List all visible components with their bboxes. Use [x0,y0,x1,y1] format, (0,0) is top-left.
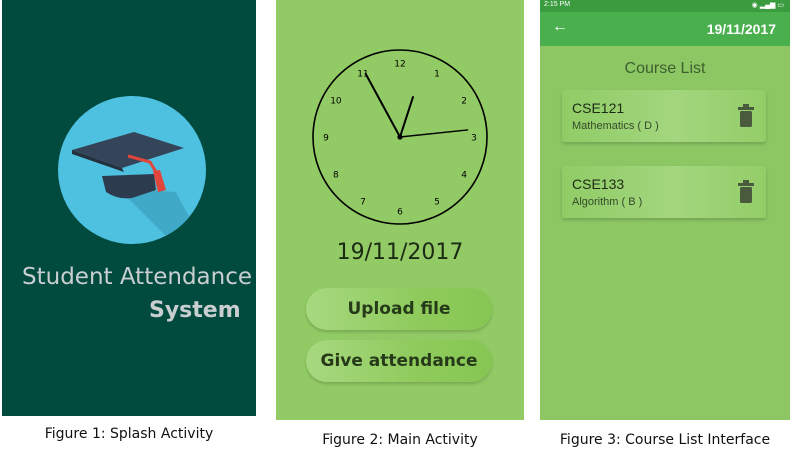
splash-screen: Student Attendance System [2,0,256,416]
clock-number: 2 [461,97,467,107]
graduation-cap-icon [72,132,206,244]
course-card[interactable]: CSE121 Mathematics ( D ) [562,90,766,142]
course-name: Mathematics ( D ) [572,120,659,132]
clock-hour-hand [364,72,401,138]
course-list-screen: 2:15 PM ◉ ▂▄▆ ▭ ← 19/11/2017 Course List… [540,0,790,420]
appbar-date: 19/11/2017 [706,21,776,37]
app-title-line2: System [149,298,241,323]
app-bar: ← 19/11/2017 [540,12,790,46]
clock-minute-hand [399,96,414,138]
clock-number: 10 [330,97,342,107]
course-list-heading: Course List [624,60,706,77]
give-attendance-button[interactable]: Give attendance [306,340,492,382]
course-card[interactable]: CSE133 Algorithm ( B ) [562,166,766,218]
back-arrow-icon[interactable]: ← [552,18,568,36]
status-time: 2:15 PM [544,1,571,8]
course-code: CSE121 [572,100,625,116]
upload-file-button[interactable]: Upload file [306,288,492,330]
clock-number: 8 [333,171,339,181]
delete-icon[interactable] [736,180,756,204]
main-activity-screen: 12 1 2 3 4 5 6 7 8 9 10 11 19/11/2017 Upload file G… [276,0,524,420]
clock-number: 1 [434,69,440,79]
figure1-caption: Figure 1: Splash Activity [44,426,214,442]
clock-number: 9 [323,134,329,144]
clock-number: 5 [434,198,440,208]
clock-number: 7 [360,198,366,208]
course-name: Algorithm ( B ) [572,196,643,208]
course-code: CSE133 [572,176,625,192]
status-bar: 2:15 PM ◉ ▂▄▆ ▭ [540,0,790,12]
clock-number: 12 [394,60,405,70]
clock-number: 3 [471,134,477,144]
delete-icon[interactable] [736,104,756,128]
app-title-line1: Student Attendance [22,264,253,290]
figure3-caption: Figure 3: Course List Interface [559,432,771,448]
clock-number: 6 [397,208,403,218]
analog-clock: 121234567891011 [312,49,488,225]
clock-center [397,134,403,140]
clock-second-hand [399,129,469,138]
app-logo [58,96,206,244]
figure2-caption: Figure 2: Main Activity [322,432,478,448]
clock-number: 4 [461,171,467,181]
date-display: 19/11/2017 [336,240,464,265]
status-icons: ◉ ▂▄▆ ▭ [751,2,784,9]
